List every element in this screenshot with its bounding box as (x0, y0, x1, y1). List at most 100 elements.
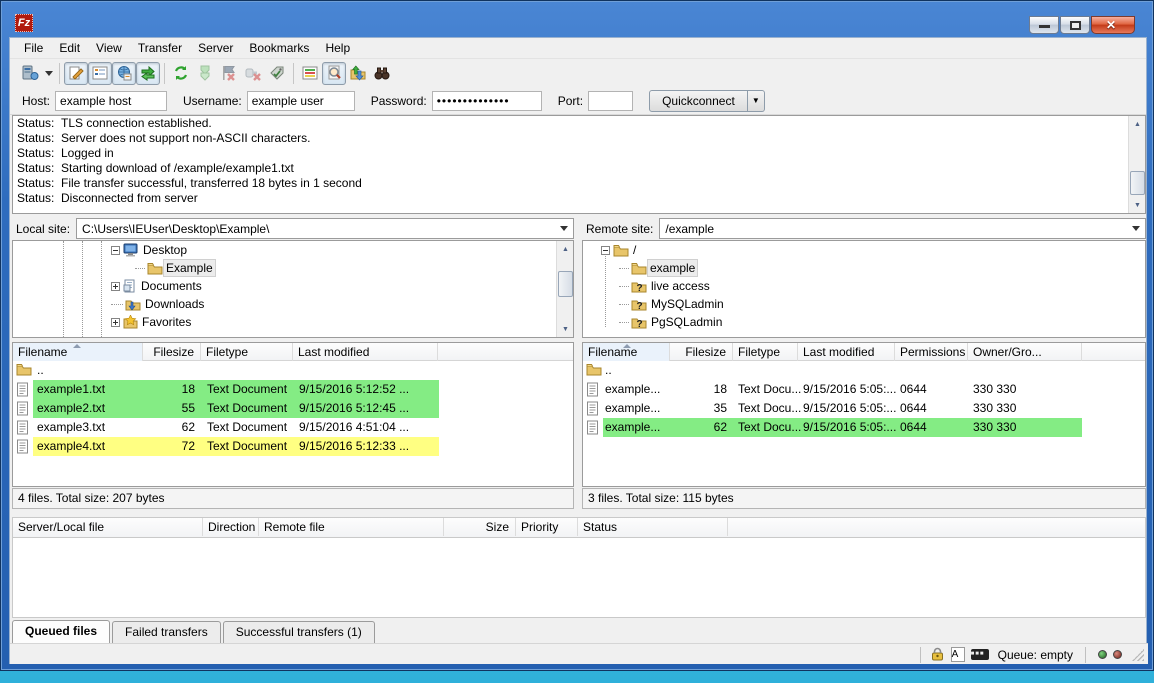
toolbar-separator (164, 63, 165, 84)
quickconnect-button[interactable]: Quickconnect (649, 90, 748, 112)
tree-item-live-access[interactable]: ? live access (583, 277, 1145, 295)
minimize-button[interactable] (1029, 16, 1059, 34)
menu-view[interactable]: View (88, 39, 130, 57)
file-row[interactable]: example3.txt 62 Text Document 9/15/2016 … (13, 418, 573, 437)
local-tree-scrollbar[interactable]: ▲ ▼ (556, 241, 573, 337)
close-button[interactable]: ✕ (1091, 16, 1135, 34)
scroll-up-icon[interactable]: ▲ (1130, 116, 1145, 132)
tls-lock-icon[interactable] (930, 647, 945, 662)
cancel-button[interactable] (217, 62, 241, 85)
resize-grip[interactable] (1132, 649, 1144, 661)
column-header-filesize[interactable]: Filesize (670, 343, 733, 361)
file-row[interactable]: example... 18 Text Docu... 9/15/2016 5:0… (583, 380, 1145, 399)
log-scrollbar[interactable]: ▲ ▼ (1128, 116, 1145, 213)
process-queue-button[interactable] (193, 62, 217, 85)
file-row[interactable]: example4.txt 72 Text Document 9/15/2016 … (13, 437, 573, 456)
tab-successful-transfers[interactable]: Successful transfers (1) (223, 621, 375, 643)
local-tree-icon (92, 65, 108, 81)
column-header-priority[interactable]: Priority (516, 518, 578, 536)
collapse-icon[interactable] (111, 246, 120, 255)
column-header-size[interactable]: Size (444, 518, 516, 536)
tree-item-mysqladmin[interactable]: ? MySQLadmin (583, 295, 1145, 313)
speed-limit-icon[interactable]: ■■■ (971, 649, 989, 660)
tab-queued-files[interactable]: Queued files (12, 620, 110, 643)
tree-item-favorites[interactable]: Favorites (13, 313, 573, 331)
remote-directory-tree[interactable]: / example ? live access ? MySQLadmin ? P… (582, 240, 1146, 338)
disconnect-button[interactable] (241, 62, 265, 85)
text-document-icon (16, 439, 29, 454)
tree-item-example-remote[interactable]: example (583, 259, 1145, 277)
menu-edit[interactable]: Edit (51, 39, 88, 57)
queue-body[interactable] (12, 538, 1146, 618)
menu-file[interactable]: File (16, 39, 51, 57)
file-row-up[interactable]: .. (13, 361, 573, 380)
username-input[interactable] (247, 91, 355, 111)
column-header-lastmodified[interactable]: Last modified (293, 343, 438, 361)
collapse-icon[interactable] (601, 246, 610, 255)
port-input[interactable] (588, 91, 633, 111)
column-header-remotefile[interactable]: Remote file (259, 518, 444, 536)
column-header-status[interactable]: Status (578, 518, 728, 536)
column-header-lastmodified[interactable]: Last modified (798, 343, 895, 361)
column-header-filesize[interactable]: Filesize (143, 343, 201, 361)
column-header-filename[interactable]: Filename (13, 343, 143, 361)
column-header-filetype[interactable]: Filetype (733, 343, 798, 361)
column-header-direction[interactable]: Direction (203, 518, 259, 536)
text-document-icon (16, 382, 29, 397)
maximize-button[interactable] (1060, 16, 1090, 34)
remote-site-combobox[interactable]: /example (659, 218, 1146, 239)
remote-file-list[interactable]: Filename Filesize Filetype Last modified… (582, 342, 1146, 487)
menu-bookmarks[interactable]: Bookmarks (241, 39, 317, 57)
directory-comparison-button[interactable] (322, 62, 346, 85)
file-row-up[interactable]: .. (583, 361, 1145, 380)
toggle-local-tree-button[interactable] (88, 62, 112, 85)
quickconnect-dropdown[interactable]: ▼ (748, 90, 765, 112)
scroll-thumb[interactable] (1130, 171, 1145, 195)
tab-failed-transfers[interactable]: Failed transfers (112, 621, 221, 643)
tree-item-root[interactable]: / (583, 241, 1145, 259)
local-site-combobox[interactable]: C:\Users\IEUser\Desktop\Example\ (76, 218, 574, 239)
chevron-down-icon[interactable] (1132, 226, 1140, 231)
toggle-remote-tree-button[interactable] (112, 62, 136, 85)
find-files-button[interactable] (370, 62, 394, 85)
tree-item-example[interactable]: Example (13, 259, 573, 277)
scroll-up-icon[interactable]: ▲ (558, 241, 573, 257)
scroll-thumb[interactable] (558, 271, 573, 297)
column-header-permissions[interactable]: Permissions (895, 343, 968, 361)
menu-server[interactable]: Server (190, 39, 241, 57)
refresh-button[interactable] (169, 62, 193, 85)
file-row[interactable]: example2.txt 55 Text Document 9/15/2016 … (13, 399, 573, 418)
reconnect-button[interactable] (265, 62, 289, 85)
tree-item-desktop[interactable]: Desktop (13, 241, 573, 259)
tree-item-downloads[interactable]: Downloads (13, 295, 573, 313)
file-row[interactable]: example1.txt 18 Text Document 9/15/2016 … (13, 380, 573, 399)
message-log[interactable]: Status:TLS connection established. Statu… (12, 115, 1146, 214)
scroll-down-icon[interactable]: ▼ (1130, 197, 1145, 213)
menu-transfer[interactable]: Transfer (130, 39, 190, 57)
file-row[interactable]: example... 35 Text Docu... 9/15/2016 5:0… (583, 399, 1145, 418)
tree-item-pgsqladmin[interactable]: ? PgSQLadmin (583, 313, 1145, 331)
synchronized-browsing-button[interactable] (346, 62, 370, 85)
column-header-filetype[interactable]: Filetype (201, 343, 293, 361)
file-row[interactable]: example... 62 Text Docu... 9/15/2016 5:0… (583, 418, 1145, 437)
chevron-down-icon[interactable] (560, 226, 568, 231)
toggle-message-log-button[interactable] (64, 62, 88, 85)
directory-listing-filters-button[interactable] (298, 62, 322, 85)
local-file-list[interactable]: Filename Filesize Filetype Last modified… (12, 342, 574, 487)
column-header-filename[interactable]: Filename (583, 343, 670, 361)
site-manager-button[interactable] (18, 62, 42, 85)
column-header-serverlocal[interactable]: Server/Local file (13, 518, 203, 536)
expand-icon[interactable] (111, 318, 120, 327)
scroll-down-icon[interactable]: ▼ (558, 321, 573, 337)
local-directory-tree[interactable]: Desktop Example Documents Downloads Favo (12, 240, 574, 338)
column-header-owner[interactable]: Owner/Gro... (968, 343, 1082, 361)
password-input[interactable] (432, 91, 542, 111)
tree-item-documents[interactable]: Documents (13, 277, 573, 295)
transfer-type-ascii-icon[interactable]: A (951, 647, 965, 662)
toggle-transfer-queue-button[interactable] (136, 62, 160, 85)
host-input[interactable] (55, 91, 167, 111)
site-manager-dropdown[interactable] (42, 62, 55, 85)
filetype-cell: Text Docu... (738, 380, 801, 399)
expand-icon[interactable] (111, 282, 120, 291)
menu-help[interactable]: Help (317, 39, 358, 57)
